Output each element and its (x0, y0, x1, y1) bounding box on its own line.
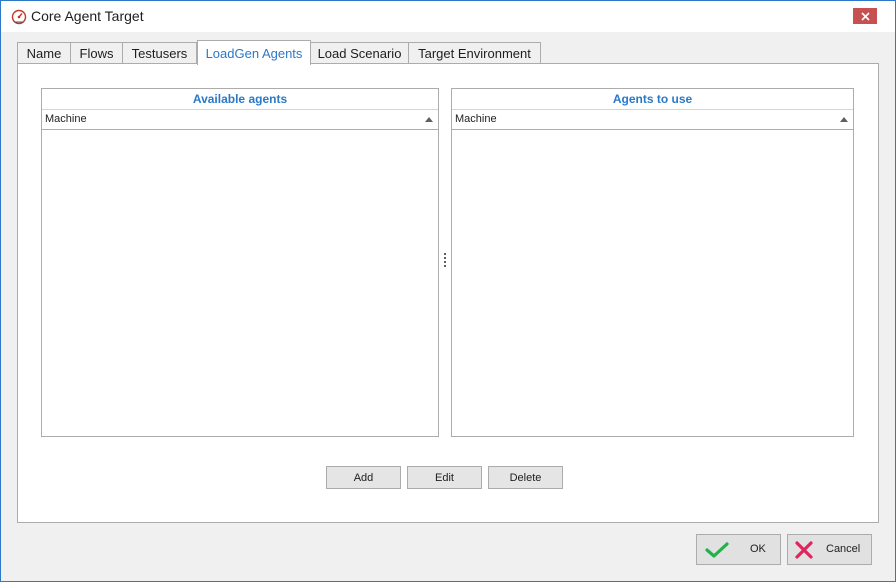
tab-loadgen-agents[interactable]: LoadGen Agents (197, 40, 311, 65)
add-button[interactable]: Add (326, 466, 401, 489)
sort-ascending-icon (425, 117, 433, 122)
ok-button[interactable]: OK (696, 534, 781, 565)
tab-name[interactable]: Name (17, 42, 71, 63)
window-title: Core Agent Target (31, 8, 144, 24)
agents-to-use-caption: Agents to use (452, 89, 853, 110)
loadgen-agents-panel: Available agents Machine Agents to use M… (17, 63, 879, 523)
tab-load-scenario[interactable]: Load Scenario (310, 42, 409, 63)
dialog-window: Core Agent Target Name Flows Testusers L… (0, 0, 896, 582)
x-cross-icon (795, 541, 813, 559)
machine-column-header[interactable]: Machine (42, 110, 438, 130)
delete-button[interactable]: Delete (488, 466, 563, 489)
close-icon (860, 11, 870, 21)
edit-button[interactable]: Edit (407, 466, 482, 489)
sort-ascending-icon (840, 117, 848, 122)
window-close-button[interactable] (853, 8, 877, 24)
tab-target-environment[interactable]: Target Environment (408, 42, 541, 63)
tab-testusers[interactable]: Testusers (122, 42, 197, 63)
cancel-button[interactable]: Cancel (787, 534, 872, 565)
column-label: Machine (455, 113, 497, 125)
checkmark-icon (705, 542, 729, 558)
grid-splitter[interactable] (444, 253, 446, 269)
ok-label: OK (750, 543, 766, 555)
cancel-label: Cancel (826, 543, 861, 555)
agents-to-use-grid[interactable]: Agents to use Machine (451, 88, 854, 437)
tab-flows[interactable]: Flows (70, 42, 123, 63)
available-agents-caption: Available agents (42, 89, 438, 110)
gauge-icon (11, 9, 27, 25)
title-bar: Core Agent Target (1, 1, 895, 32)
machine-column-header[interactable]: Machine (452, 110, 853, 130)
column-label: Machine (45, 113, 87, 125)
available-agents-grid[interactable]: Available agents Machine (41, 88, 439, 437)
